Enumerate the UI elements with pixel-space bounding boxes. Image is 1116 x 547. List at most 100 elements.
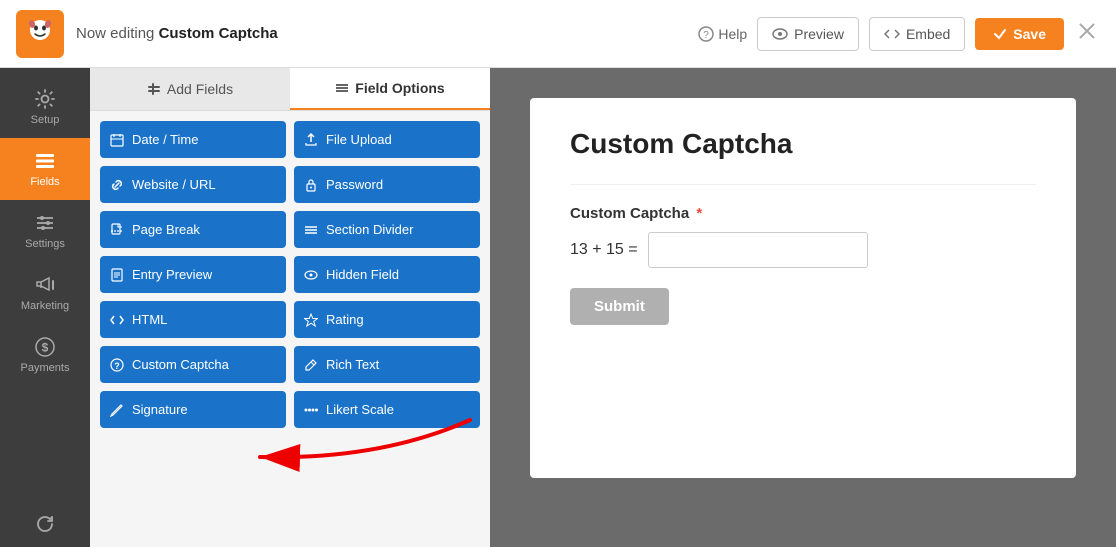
lock-icon <box>304 178 318 192</box>
editing-prefix: Now editing <box>76 25 154 42</box>
main-layout: Setup Fields Settings Marketing $ Paymen… <box>0 68 1116 547</box>
help-icon: ? <box>698 26 714 42</box>
add-fields-tab-icon <box>147 82 161 96</box>
field-label-likert-scale: Likert Scale <box>326 402 394 417</box>
page-icon <box>110 223 124 237</box>
dollar-icon: $ <box>34 336 56 358</box>
top-bar-left: Now editing Custom Captcha <box>16 10 278 58</box>
doc-icon <box>110 268 124 282</box>
field-btn-rating[interactable]: Rating <box>294 301 480 338</box>
add-fields-tab-label: Add Fields <box>167 81 233 97</box>
preview-button[interactable]: Preview <box>757 17 859 51</box>
sidebar-marketing-label: Marketing <box>21 300 69 312</box>
field-btn-website-url[interactable]: Website / URL <box>100 166 286 203</box>
dots-icon <box>304 403 318 417</box>
field-label-text: Custom Captcha <box>570 205 689 222</box>
field-label-website-url: Website / URL <box>132 177 216 192</box>
svg-text:?: ? <box>704 30 710 41</box>
captcha-input[interactable] <box>648 232 868 268</box>
sidebar-item-settings[interactable]: Settings <box>0 200 90 262</box>
field-label-section-divider: Section Divider <box>326 222 413 237</box>
field-btn-date-time[interactable]: Date / Time <box>100 121 286 158</box>
embed-label: Embed <box>906 26 950 42</box>
field-btn-password[interactable]: Password <box>294 166 480 203</box>
field-btn-likert-scale[interactable]: Likert Scale <box>294 391 480 428</box>
required-star: * <box>696 205 702 222</box>
field-btn-html[interactable]: HTML <box>100 301 286 338</box>
tab-add-fields[interactable]: Add Fields <box>90 68 290 110</box>
pen-icon <box>110 403 124 417</box>
field-btn-file-upload[interactable]: File Upload <box>294 121 480 158</box>
editing-label: Now editing Custom Captcha <box>76 25 278 43</box>
field-label-file-upload: File Upload <box>326 132 392 147</box>
field-label-hidden-field: Hidden Field <box>326 267 399 282</box>
captcha-expression: 13 + 15 = <box>570 241 638 259</box>
preview-label: Preview <box>794 26 844 42</box>
form-card: Custom Captcha Custom Captcha * 13 + 15 … <box>530 98 1076 478</box>
eye-icon <box>304 268 318 282</box>
form-divider <box>570 184 1036 185</box>
field-btn-signature[interactable]: Signature <box>100 391 286 428</box>
checkmark-icon <box>993 27 1007 41</box>
preview-icon <box>772 26 788 42</box>
field-label-rating: Rating <box>326 312 364 327</box>
help-label: Help <box>718 26 747 42</box>
refresh-icon <box>34 513 56 535</box>
field-label-page-break: Page Break <box>132 222 200 237</box>
sidebar-payments-label: Payments <box>21 362 70 374</box>
top-bar: Now editing Custom Captcha ? Help Previe… <box>0 0 1116 68</box>
field-btn-entry-preview[interactable]: Entry Preview <box>100 256 286 293</box>
field-btn-page-break[interactable]: Page Break <box>100 211 286 248</box>
divider-icon <box>304 223 318 237</box>
code-icon <box>110 313 124 327</box>
question-icon: ? <box>110 358 124 372</box>
edit-icon <box>304 358 318 372</box>
form-preview-title: Custom Captcha <box>570 128 1036 160</box>
embed-button[interactable]: Embed <box>869 17 965 51</box>
field-label-custom-captcha: Custom Captcha <box>132 357 229 372</box>
field-options-tab-label: Field Options <box>355 80 444 96</box>
fields-icon <box>34 150 56 172</box>
sidebar-item-revisions[interactable] <box>0 501 90 547</box>
sidebar-item-setup[interactable]: Setup <box>0 76 90 138</box>
field-options-tab-icon <box>335 81 349 95</box>
gear-icon <box>34 88 56 110</box>
sidebar-fields-label: Fields <box>30 176 59 188</box>
fields-grid: Date / Time File Upload Website / URL Pa… <box>90 111 490 438</box>
form-name: Custom Captcha <box>159 25 278 42</box>
sidebar-item-payments[interactable]: $ Payments <box>0 324 90 386</box>
sidebar: Setup Fields Settings Marketing $ Paymen… <box>0 68 90 547</box>
sliders-icon <box>34 212 56 234</box>
top-bar-right: ? Help Preview Embed Save <box>698 17 1100 51</box>
megaphone-icon <box>34 274 56 296</box>
field-label-signature: Signature <box>132 402 188 417</box>
sidebar-settings-label: Settings <box>25 238 65 250</box>
field-label-date-time: Date / Time <box>132 132 198 147</box>
field-btn-rich-text[interactable]: Rich Text <box>294 346 480 383</box>
submit-button[interactable]: Submit <box>570 288 669 325</box>
star-icon <box>304 313 318 327</box>
svg-text:$: $ <box>42 341 49 355</box>
link-icon <box>110 178 124 192</box>
field-label-password: Password <box>326 177 383 192</box>
help-button[interactable]: ? Help <box>698 26 747 42</box>
fields-panel: Add Fields Field Options Date / Time Fil… <box>90 68 490 547</box>
save-button[interactable]: Save <box>975 18 1064 50</box>
logo-icon <box>16 10 64 58</box>
calendar-icon <box>110 133 124 147</box>
sidebar-item-fields[interactable]: Fields <box>0 138 90 200</box>
field-btn-section-divider[interactable]: Section Divider <box>294 211 480 248</box>
close-button[interactable] <box>1074 18 1100 50</box>
close-icon <box>1078 22 1096 40</box>
field-label-html: HTML <box>132 312 167 327</box>
field-btn-hidden-field[interactable]: Hidden Field <box>294 256 480 293</box>
sidebar-item-marketing[interactable]: Marketing <box>0 262 90 324</box>
captcha-row: 13 + 15 = <box>570 232 1036 268</box>
preview-area: Custom Captcha Custom Captcha * 13 + 15 … <box>490 68 1116 547</box>
sidebar-setup-label: Setup <box>31 114 60 126</box>
save-label: Save <box>1013 26 1046 42</box>
field-label-rich-text: Rich Text <box>326 357 379 372</box>
form-field-label: Custom Captcha * <box>570 205 1036 222</box>
field-btn-custom-captcha[interactable]: ? Custom Captcha <box>100 346 286 383</box>
tab-field-options[interactable]: Field Options <box>290 68 490 110</box>
